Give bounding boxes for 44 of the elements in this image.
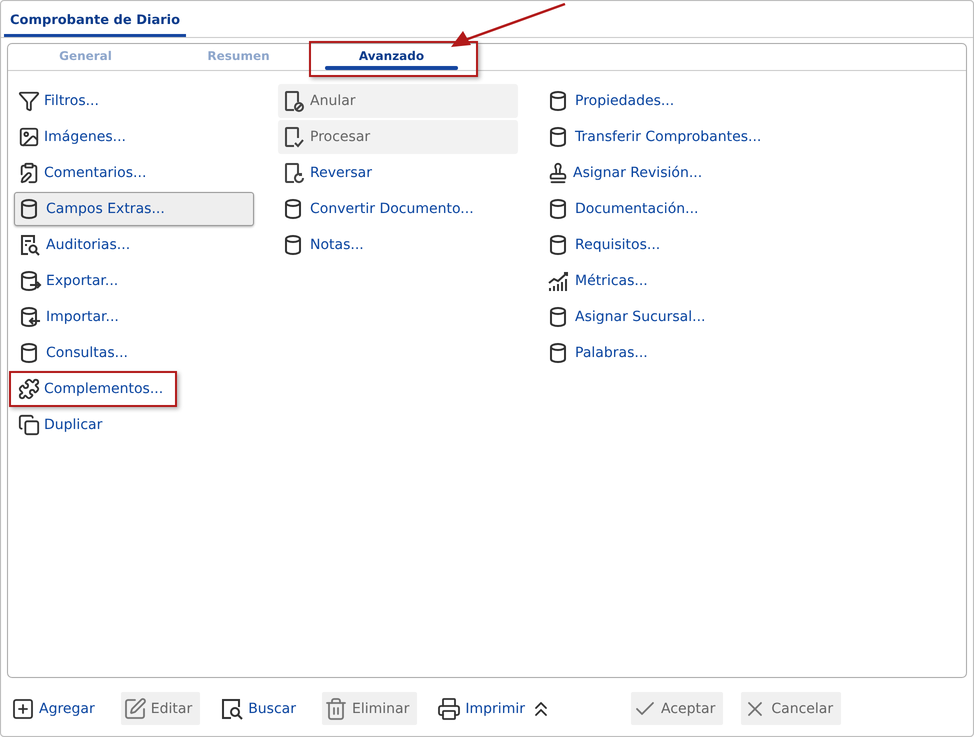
window-title[interactable]: Comprobante de Diario — [4, 1, 186, 37]
image-icon — [18, 126, 40, 148]
puzzle-icon — [18, 378, 40, 400]
menu-item[interactable]: Exportar... — [14, 264, 254, 298]
document-search-icon — [18, 233, 42, 257]
menu-item[interactable]: Filtros... — [14, 84, 254, 118]
printer-icon — [437, 696, 462, 720]
menu-item[interactable]: Documentación... — [543, 192, 783, 226]
add-icon — [11, 696, 35, 720]
tab[interactable]: Avanzado — [315, 44, 468, 70]
copy-icon — [18, 414, 40, 436]
menu-item[interactable]: Duplicar — [14, 408, 254, 442]
menu-item[interactable]: Imágenes... — [14, 120, 254, 154]
document-refresh-icon — [282, 161, 306, 185]
menu-item[interactable]: Auditorias... — [14, 228, 254, 262]
menu-item[interactable]: Asignar Sucursal... — [543, 300, 783, 334]
toolbar-button[interactable]: Buscar — [218, 692, 304, 725]
menu-item[interactable]: Requisitos... — [543, 228, 783, 262]
menu-item[interactable]: Propiedades... — [543, 84, 783, 118]
menu-item[interactable]: Palabras... — [543, 336, 783, 370]
stamp-icon — [547, 162, 569, 184]
trash-icon — [324, 696, 348, 720]
menu-item[interactable]: Reversar — [278, 156, 518, 190]
toolbar-button[interactable]: Agregar — [9, 692, 103, 725]
menu-item[interactable]: Comentarios... — [14, 156, 254, 190]
database-export-icon — [18, 269, 42, 293]
document-cancel-icon — [282, 89, 306, 113]
search-icon — [220, 696, 244, 720]
menu-item[interactable]: Consultas... — [14, 336, 254, 370]
menu-item[interactable]: Notas... — [278, 228, 518, 262]
document-check-icon — [282, 125, 306, 149]
menu-item[interactable]: Asignar Revisión... — [543, 156, 783, 190]
menu-item[interactable]: Métricas... — [543, 264, 783, 298]
menu-item[interactable]: Transferir Comprobantes... — [543, 120, 783, 154]
chart-icon — [547, 269, 571, 293]
menu-item[interactable]: Importar... — [14, 300, 254, 334]
menu-item[interactable]: Convertir Documento... — [278, 192, 518, 226]
menu-item[interactable]: Campos Extras... — [14, 192, 254, 226]
menu-item[interactable]: Complementos... — [14, 372, 254, 406]
toolbar-button[interactable]: Imprimir — [435, 692, 533, 725]
edit-icon — [122, 696, 147, 720]
clipboard-icon — [18, 162, 40, 184]
filter-icon — [18, 90, 40, 112]
database-import-icon — [18, 305, 42, 329]
